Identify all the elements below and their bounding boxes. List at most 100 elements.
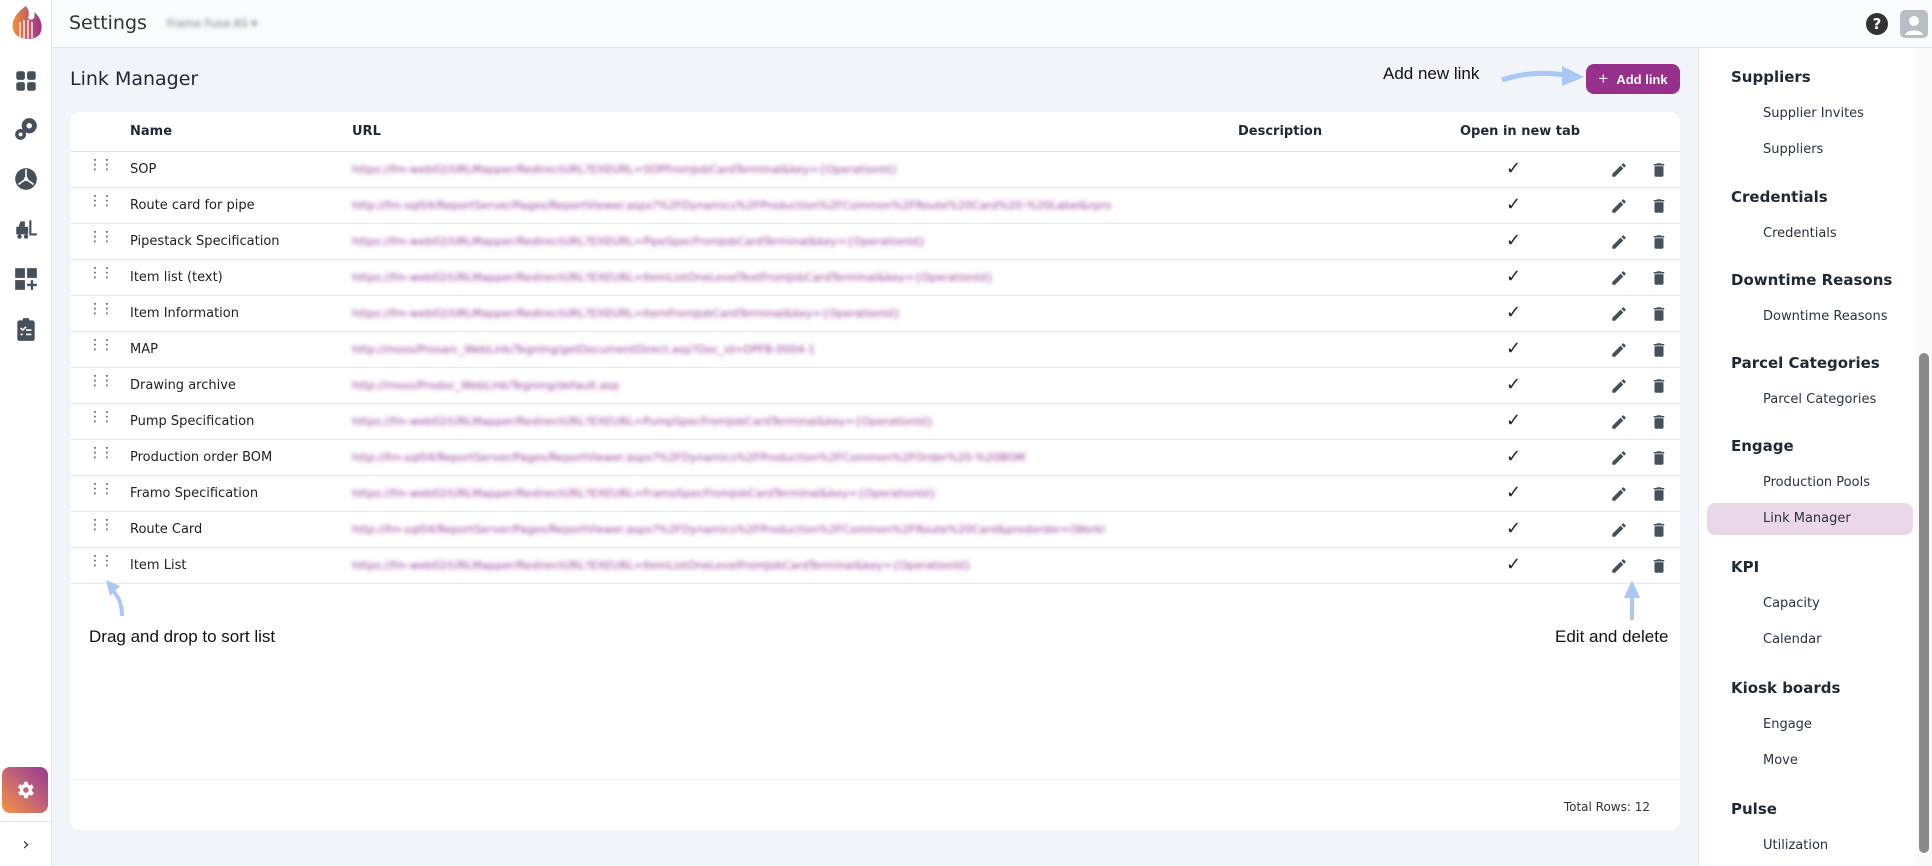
nav-item-parcel-categories[interactable]: Parcel Categories (1763, 392, 1876, 407)
check-icon: ✓ (1506, 554, 1522, 575)
edit-pencil-icon[interactable] (1610, 161, 1628, 179)
nav-item-capacity[interactable]: Capacity (1763, 596, 1820, 611)
table-row[interactable]: ⋮⋮ Pump Specification https://fm-web02/U… (70, 404, 1680, 440)
annotation-edit-and-delete: Edit and delete (1555, 627, 1669, 646)
drag-handle-icon[interactable]: ⋮⋮ (88, 374, 114, 388)
delete-trash-icon[interactable] (1650, 161, 1668, 179)
drag-handle-icon[interactable]: ⋮⋮ (88, 266, 114, 280)
expand-rail-button[interactable]: › (0, 821, 52, 866)
delete-trash-icon[interactable] (1650, 449, 1668, 467)
edit-pencil-icon[interactable] (1610, 413, 1628, 431)
link-url: https://fm-web02/URLMapper/RedirectURL?E… (352, 487, 937, 500)
column-header-open-in-new-tab[interactable]: Open in new tab (1460, 124, 1580, 139)
delete-trash-icon[interactable] (1650, 485, 1668, 503)
table-row[interactable]: ⋮⋮ Item list (text) https://fm-web02/URL… (70, 260, 1680, 296)
drag-handle-icon[interactable]: ⋮⋮ (88, 518, 114, 532)
table-row[interactable]: ⋮⋮ Route Card http://fm-sql04/ReportServ… (70, 512, 1680, 548)
nav-group-heading: Pulse (1731, 800, 1777, 818)
add-link-label: Add link (1616, 71, 1668, 87)
edit-pencil-icon[interactable] (1610, 377, 1628, 395)
delete-trash-icon[interactable] (1650, 197, 1668, 215)
add-link-button[interactable]: + Add link (1586, 64, 1680, 94)
forklift-icon[interactable] (13, 216, 39, 242)
drag-handle-icon[interactable]: ⋮⋮ (88, 338, 114, 352)
check-icon: ✓ (1506, 266, 1522, 287)
left-rail: › (0, 0, 52, 866)
drag-handle-icon[interactable]: ⋮⋮ (88, 302, 114, 316)
link-url: http://moss/Prodoc_WebLink/Tegning/defau… (352, 379, 620, 392)
delete-trash-icon[interactable] (1650, 413, 1668, 431)
scrollbar[interactable] (1916, 48, 1932, 866)
app-logo[interactable] (6, 4, 46, 44)
delete-trash-icon[interactable] (1650, 269, 1668, 287)
scrollbar-thumb[interactable] (1919, 353, 1929, 853)
check-icon: ✓ (1506, 302, 1522, 323)
table-row[interactable]: ⋮⋮ Item List https://fm-web02/URLMapper/… (70, 548, 1680, 584)
edit-pencil-icon[interactable] (1610, 557, 1628, 575)
table-row[interactable]: ⋮⋮ Pipestack Specification https://fm-we… (70, 224, 1680, 260)
check-icon: ✓ (1506, 158, 1522, 179)
nav-group-heading: KPI (1731, 558, 1760, 576)
table-row[interactable]: ⋮⋮ Drawing archive http://moss/Prodoc_We… (70, 368, 1680, 404)
drag-handle-icon[interactable]: ⋮⋮ (88, 482, 114, 496)
network-icon[interactable] (13, 166, 39, 192)
add-widget-icon[interactable] (13, 266, 39, 292)
nav-item-downtime-reasons[interactable]: Downtime Reasons (1763, 309, 1888, 324)
edit-pencil-icon[interactable] (1610, 197, 1628, 215)
column-header-description[interactable]: Description (1238, 124, 1322, 139)
drag-handle-icon[interactable]: ⋮⋮ (88, 158, 114, 172)
nav-item-production-pools[interactable]: Production Pools (1763, 475, 1870, 490)
settings-nav-button[interactable] (2, 767, 48, 813)
nav-item-credentials[interactable]: Credentials (1763, 226, 1837, 241)
organization-selector[interactable]: Framo Fusa AS ▾ (167, 17, 257, 30)
table-row[interactable]: ⋮⋮ MAP http://moss/Prosarc_WebLink/Tegni… (70, 332, 1680, 368)
edit-pencil-icon[interactable] (1610, 233, 1628, 251)
dashboard-icon[interactable] (13, 68, 39, 94)
drag-handle-icon[interactable]: ⋮⋮ (88, 554, 114, 568)
nav-item-move[interactable]: Move (1763, 753, 1798, 768)
page-title: Link Manager (70, 68, 199, 90)
nav-group-heading: Parcel Categories (1731, 354, 1880, 372)
edit-pencil-icon[interactable] (1610, 269, 1628, 287)
edit-pencil-icon[interactable] (1610, 521, 1628, 539)
help-circle-icon[interactable]: ? (1866, 13, 1888, 35)
link-url: https://fm-web02/URLMapper/RedirectURL?E… (352, 415, 934, 428)
table-row[interactable]: ⋮⋮ SOP https://fm-web02/URLMapper/Redire… (70, 152, 1680, 188)
drag-handle-icon[interactable]: ⋮⋮ (88, 446, 114, 460)
table-row[interactable]: ⋮⋮ Framo Specification https://fm-web02/… (70, 476, 1680, 512)
drag-handle-icon[interactable]: ⋮⋮ (88, 410, 114, 424)
gears-icon[interactable] (13, 116, 39, 142)
link-name: Production order BOM (130, 450, 273, 465)
delete-trash-icon[interactable] (1650, 341, 1668, 359)
edit-pencil-icon[interactable] (1610, 485, 1628, 503)
settings-icon (18, 781, 34, 799)
delete-trash-icon[interactable] (1650, 233, 1668, 251)
edit-pencil-icon[interactable] (1610, 305, 1628, 323)
check-icon: ✓ (1506, 194, 1522, 215)
nav-item-calendar[interactable]: Calendar (1763, 632, 1821, 647)
table-row[interactable]: ⋮⋮ Production order BOM http://fm-sql04/… (70, 440, 1680, 476)
user-avatar-icon[interactable] (1900, 10, 1928, 38)
nav-item-utilization[interactable]: Utilization (1763, 838, 1828, 853)
link-url: http://fm-sql04/ReportServer/Pages/Repor… (352, 199, 1112, 212)
nav-item-engage[interactable]: Engage (1763, 717, 1812, 732)
delete-trash-icon[interactable] (1650, 521, 1668, 539)
column-header-name[interactable]: Name (130, 124, 172, 139)
check-icon: ✓ (1506, 518, 1522, 539)
nav-item-link-manager[interactable]: Link Manager (1707, 503, 1913, 535)
drag-handle-icon[interactable]: ⋮⋮ (88, 194, 114, 208)
table-row[interactable]: ⋮⋮ Item Information https://fm-web02/URL… (70, 296, 1680, 332)
nav-item-suppliers[interactable]: Suppliers (1763, 142, 1823, 157)
delete-trash-icon[interactable] (1650, 377, 1668, 395)
clipboard-check-icon[interactable] (13, 316, 39, 342)
link-name: MAP (130, 342, 158, 357)
column-header-url[interactable]: URL (352, 124, 381, 139)
edit-pencil-icon[interactable] (1610, 449, 1628, 467)
edit-pencil-icon[interactable] (1610, 341, 1628, 359)
drag-handle-icon[interactable]: ⋮⋮ (88, 230, 114, 244)
table-row[interactable]: ⋮⋮ Route card for pipe http://fm-sql04/R… (70, 188, 1680, 224)
nav-item-supplier-invites[interactable]: Supplier Invites (1763, 106, 1864, 121)
delete-trash-icon[interactable] (1650, 305, 1668, 323)
plus-icon: + (1598, 69, 1609, 88)
delete-trash-icon[interactable] (1650, 557, 1668, 575)
